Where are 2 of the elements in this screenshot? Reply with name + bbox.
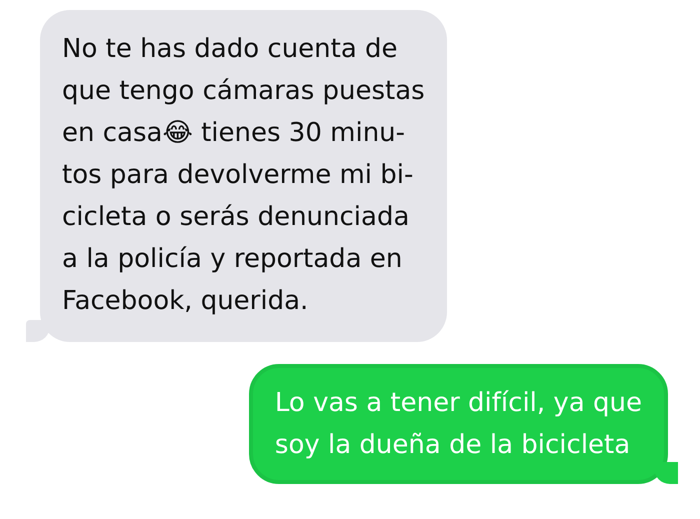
message-text: No te has dado cuenta de que tengo cámaras puestas en casa😂 tienes 30 minu- tos para devolverme mi bi- cicleta o serás denunciada a la policía y reportada en Facebook, querida. (62, 33, 425, 318)
message-text: Lo vas a tener difícil, ya que soy la dueña de la bicicleta (274, 387, 642, 462)
